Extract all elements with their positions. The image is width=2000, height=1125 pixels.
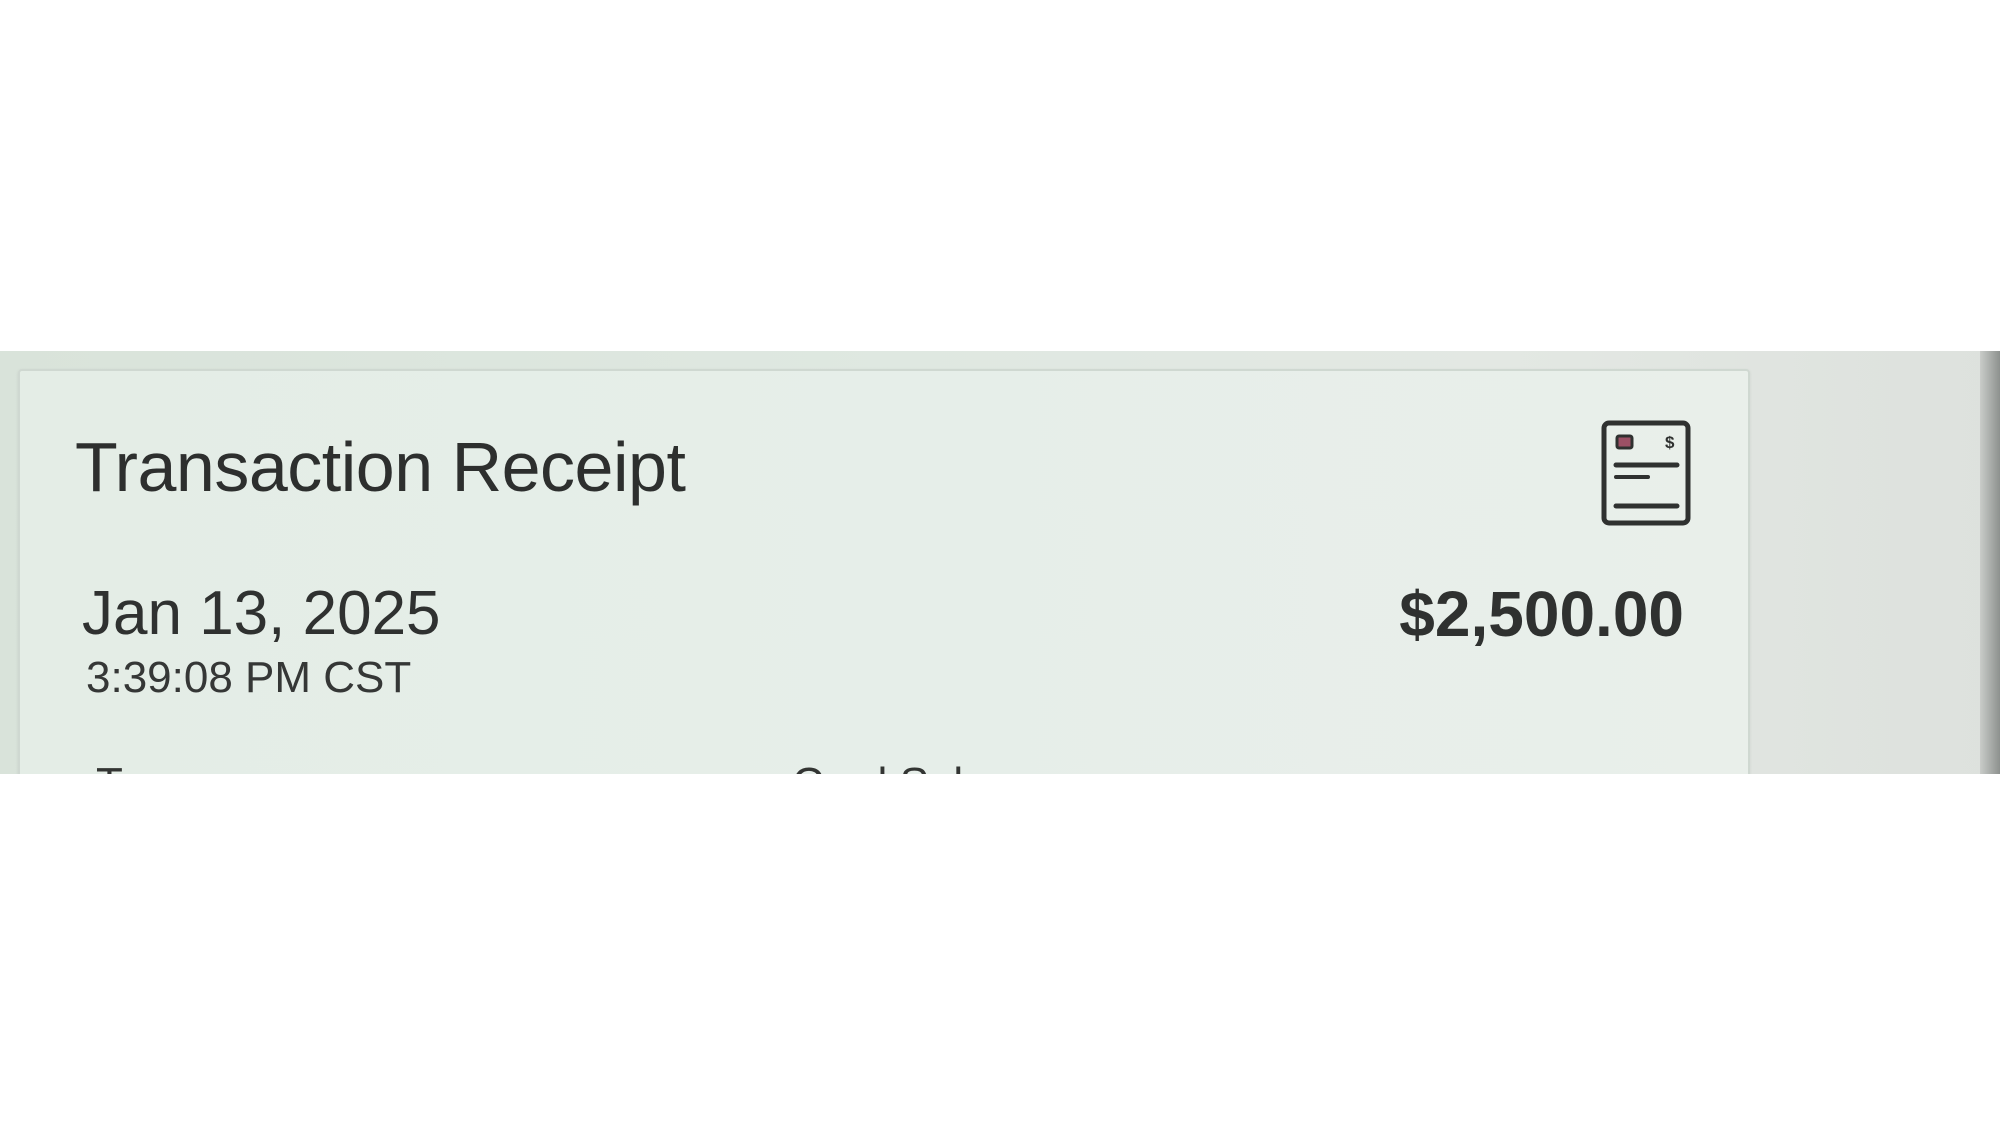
transaction-date: Jan 13, 2025	[82, 579, 441, 648]
screen-photo: Transaction Receipt $ Jan 13, 2025 3:39:…	[0, 351, 2000, 774]
type-value: Card Sale	[792, 759, 988, 774]
receipt-card: Transaction Receipt $ Jan 13, 2025 3:39:…	[18, 369, 1750, 774]
receipt-title: Transaction Receipt	[75, 428, 686, 506]
receipt-icon: $	[1601, 420, 1691, 526]
transaction-amount: $2,500.00	[1399, 578, 1684, 650]
screen-edge	[1980, 351, 2000, 774]
transaction-time: 3:39:08 PM CST	[86, 653, 412, 702]
svg-text:$: $	[1665, 433, 1675, 452]
type-label: Type	[96, 759, 191, 774]
